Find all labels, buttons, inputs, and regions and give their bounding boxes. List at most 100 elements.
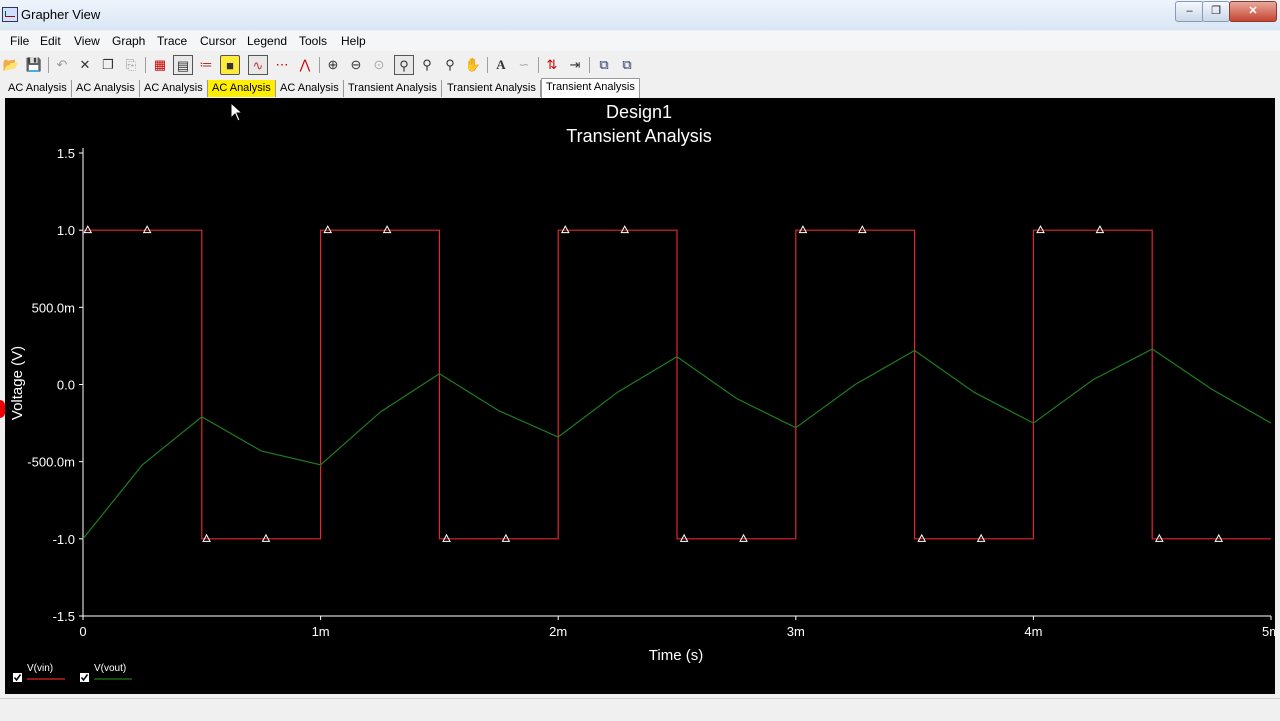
vin-marker bbox=[442, 533, 451, 542]
vin-marker bbox=[83, 225, 93, 234]
restore-icon: ❐ bbox=[1211, 5, 1221, 17]
y-tick-label: 1.0 bbox=[57, 223, 75, 238]
menu-tools[interactable]: Tools bbox=[299, 34, 327, 48]
graph-panel[interactable]: Design1 Transient Analysis Time (s) Volt… bbox=[5, 98, 1275, 694]
menu-cursor[interactable]: Cursor bbox=[200, 34, 236, 48]
x-tick-label: 2m bbox=[549, 624, 567, 639]
status-bar bbox=[0, 698, 1280, 721]
tab-transient-analysis-3[interactable]: Transient Analysis bbox=[541, 78, 640, 98]
zoom-full-icon[interactable]: ⚲ bbox=[394, 55, 414, 75]
vin-marker bbox=[739, 533, 748, 542]
vin-marker bbox=[560, 225, 570, 234]
x-tick-label: 0 bbox=[79, 624, 86, 639]
zoom-y-icon[interactable]: ⚲ bbox=[440, 55, 460, 75]
menu-file[interactable]: File bbox=[10, 34, 29, 48]
series-layer bbox=[82, 225, 1272, 542]
select-marks-icon[interactable]: ⋀ bbox=[295, 55, 315, 75]
vin-marker bbox=[382, 225, 392, 234]
x-tick-label: 5m bbox=[1262, 624, 1275, 639]
vin-marker bbox=[1095, 225, 1105, 234]
zoom-x-icon[interactable]: ⚲ bbox=[417, 55, 437, 75]
toolbar: 📂 💾 ↶ ✕ ❐ ⎘ ▦ ▤ ≔ ■ ∿ ⋯ ⋀ ⊕ ⊖ ⊙ ⚲ ⚲ ⚲ ✋ … bbox=[0, 53, 1280, 77]
maximize-button[interactable]: ❐ bbox=[1202, 1, 1230, 22]
vin-marker bbox=[798, 225, 808, 234]
paste-icon[interactable]: ⎘ bbox=[121, 55, 141, 75]
copy-graph-icon[interactable]: ⧉ bbox=[594, 55, 614, 75]
y-tick-label: -500.0m bbox=[27, 455, 75, 470]
menu-graph[interactable]: Graph bbox=[112, 34, 145, 48]
y-tick-label: -1.5 bbox=[53, 609, 75, 624]
menu-legend[interactable]: Legend bbox=[247, 34, 287, 48]
vin-marker bbox=[620, 225, 630, 234]
toolbar-separator bbox=[487, 57, 488, 73]
select-trace-icon[interactable]: ⋯ bbox=[272, 55, 292, 75]
black-background-icon[interactable]: ■ bbox=[220, 55, 240, 75]
vin-marker bbox=[1154, 533, 1164, 542]
vin-marker bbox=[142, 225, 152, 234]
minimize-button[interactable]: – bbox=[1175, 1, 1204, 22]
tab-ac-analysis-4[interactable]: AC Analysis bbox=[208, 80, 276, 97]
axes: 1.5 1.0 500.0m 0.0 -500.0m -1.0 -1.5 0 1m 2m 3m 4m 5… bbox=[27, 146, 1275, 639]
zoom-area-icon[interactable]: ⊙ bbox=[369, 55, 389, 75]
x-tick-label: 1m bbox=[312, 624, 330, 639]
copy-icon[interactable]: ❐ bbox=[98, 55, 118, 75]
zoom-in-icon[interactable]: ⊕ bbox=[323, 55, 343, 75]
y-tick-label: 1.5 bbox=[57, 146, 75, 161]
vin-marker bbox=[679, 533, 689, 542]
vin-marker bbox=[1036, 225, 1045, 234]
zoom-out-icon[interactable]: ⊖ bbox=[346, 55, 366, 75]
overlay-traces-icon[interactable]: ⇅ bbox=[542, 55, 562, 75]
chart-title: Design1 bbox=[606, 102, 672, 122]
trace-indicator bbox=[0, 400, 5, 418]
cut-icon[interactable]: ✕ bbox=[75, 55, 95, 75]
legend: V(vin) V(vout) bbox=[13, 663, 132, 682]
vin-marker bbox=[323, 225, 333, 234]
legend-icon[interactable]: ≔ bbox=[196, 55, 216, 75]
window-title: Grapher View bbox=[21, 7, 101, 22]
show-grid-icon[interactable]: ▤ bbox=[173, 55, 193, 75]
tab-ac-analysis-5[interactable]: AC Analysis bbox=[276, 80, 344, 97]
save-icon[interactable]: 💾 bbox=[24, 55, 44, 75]
vin-marker bbox=[917, 533, 927, 542]
menu-bar: File Edit View Graph Trace Cursor Legend… bbox=[0, 31, 1280, 51]
vin-marker bbox=[261, 533, 271, 542]
export-icon[interactable]: ⇥ bbox=[565, 55, 585, 75]
grid-icon[interactable]: ▦ bbox=[150, 55, 170, 75]
x-tick-label: 3m bbox=[787, 624, 805, 639]
open-icon[interactable]: 📂 bbox=[1, 55, 21, 75]
toolbar-separator bbox=[319, 57, 320, 73]
vin-marker bbox=[1214, 533, 1224, 542]
close-icon: ✕ bbox=[1248, 5, 1258, 17]
tab-ac-analysis-2[interactable]: AC Analysis bbox=[72, 80, 140, 97]
title-bar: Grapher View – ❐ ✕ bbox=[0, 0, 1280, 30]
series-line-vin bbox=[83, 229, 1271, 540]
analysis-tab-strip: AC Analysis AC Analysis AC Analysis AC A… bbox=[0, 78, 1280, 98]
x-tick-label: 4m bbox=[1024, 624, 1042, 639]
y-tick-label: 0.0 bbox=[57, 378, 75, 393]
tab-transient-analysis-1[interactable]: Transient Analysis bbox=[344, 80, 442, 97]
transient-chart: Design1 Transient Analysis Time (s) Volt… bbox=[9, 102, 1275, 682]
cursor-icon[interactable]: ∽ bbox=[514, 55, 534, 75]
menu-view[interactable]: View bbox=[74, 34, 100, 48]
tab-ac-analysis-3[interactable]: AC Analysis bbox=[140, 80, 208, 97]
vin-marker bbox=[976, 533, 986, 542]
close-button[interactable]: ✕ bbox=[1229, 1, 1277, 22]
mouse-pointer-icon bbox=[230, 102, 244, 122]
x-axis-label: Time (s) bbox=[649, 647, 703, 664]
undo-icon[interactable]: ↶ bbox=[52, 55, 72, 75]
toolbar-separator bbox=[145, 57, 146, 73]
legend-label: V(vin) bbox=[27, 663, 53, 674]
y-axis-label: Voltage (V) bbox=[9, 346, 26, 420]
menu-edit[interactable]: Edit bbox=[40, 34, 61, 48]
toolbar-separator bbox=[589, 57, 590, 73]
menu-trace[interactable]: Trace bbox=[157, 34, 187, 48]
pan-icon[interactable]: ✋ bbox=[463, 55, 483, 75]
tab-transient-analysis-2[interactable]: Transient Analysis bbox=[443, 80, 541, 97]
print-icon[interactable]: ⧉ bbox=[617, 55, 637, 75]
vin-marker bbox=[501, 533, 511, 542]
tab-ac-analysis-1[interactable]: AC Analysis bbox=[4, 80, 72, 97]
menu-help[interactable]: Help bbox=[341, 34, 366, 48]
traces-icon[interactable]: ∿ bbox=[248, 55, 268, 75]
vin-marker bbox=[202, 533, 211, 542]
text-icon[interactable]: A bbox=[491, 55, 511, 75]
